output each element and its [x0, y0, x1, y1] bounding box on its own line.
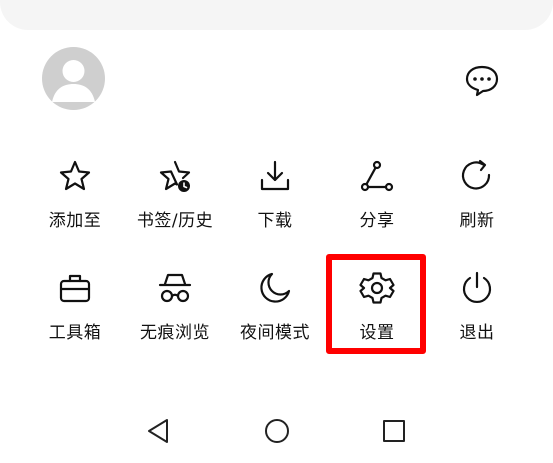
menu-item-incognito[interactable]: 无痕浏览 [128, 270, 222, 360]
nav-recents-button[interactable] [374, 411, 414, 451]
menu-item-label: 书签/历史 [136, 211, 214, 231]
settings-highlight-box [326, 254, 426, 354]
menu-item-download[interactable]: 下载 [228, 158, 322, 248]
download-icon [260, 160, 290, 191]
nav-home-button[interactable] [257, 411, 297, 451]
menu-item-toolbox[interactable]: 工具箱 [28, 270, 122, 360]
menu-item-bookmarks-history[interactable]: 书签/历史 [128, 158, 222, 248]
menu-item-exit[interactable]: 退出 [430, 270, 524, 360]
menu-item-refresh[interactable]: 刷新 [430, 158, 524, 248]
user-avatar-icon [52, 60, 95, 102]
star-icon [59, 160, 91, 191]
star-clock-icon [159, 160, 191, 192]
chat-bubble-icon [465, 65, 499, 97]
menu-item-label: 刷新 [459, 211, 495, 231]
toolbox-icon [59, 274, 91, 303]
menu-item-label: 下载 [257, 211, 293, 231]
menu-item-add-to[interactable]: 添加至 [28, 158, 122, 248]
refresh-icon [461, 159, 491, 190]
power-icon [462, 271, 492, 303]
sheet-top-edge [0, 0, 553, 30]
home-circle-icon [265, 419, 289, 443]
menu-item-label: 分享 [359, 211, 395, 231]
menu-item-label: 夜间模式 [240, 323, 310, 343]
back-triangle-icon [148, 419, 168, 443]
menu-item-label: 无痕浏览 [140, 323, 210, 343]
avatar[interactable] [42, 47, 105, 110]
share-icon [360, 160, 394, 192]
nav-back-button[interactable] [140, 411, 180, 451]
messages-button[interactable] [463, 61, 501, 99]
menu-item-label: 退出 [459, 323, 495, 343]
menu-item-share[interactable]: 分享 [330, 158, 424, 248]
menu-item-label: 工具箱 [48, 323, 102, 343]
menu-item-label: 添加至 [48, 211, 102, 231]
incognito-icon [158, 273, 192, 303]
moon-icon [260, 272, 291, 303]
menu-item-night-mode[interactable]: 夜间模式 [228, 270, 322, 360]
recents-square-icon [383, 420, 405, 442]
menu-sheet: 添加至 书签/历史 下载 分享 刷新 工具箱 无痕浏览 夜间模式 设置 退出 [0, 0, 553, 463]
